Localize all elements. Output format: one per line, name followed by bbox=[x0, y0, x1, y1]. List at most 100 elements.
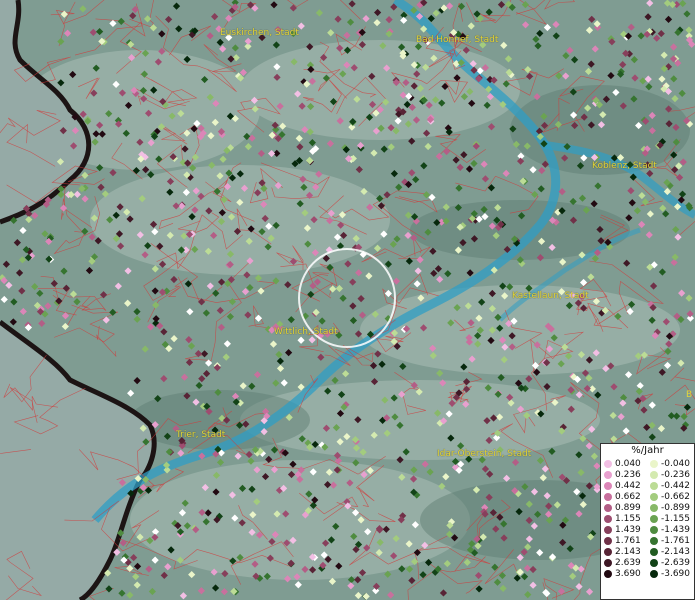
legend-rows: 0.040 0.236 0.442 0.662 0.899 1.155 1.439 1.761… bbox=[601, 458, 694, 579]
measurement-point bbox=[500, 520, 508, 528]
measurement-point bbox=[117, 529, 125, 537]
measurement-point bbox=[147, 139, 155, 147]
map-view[interactable]: Euskirchen, Stadt Bad Honnef, Stadt Kobl… bbox=[0, 0, 695, 600]
measurement-point bbox=[540, 121, 549, 130]
measurement-point bbox=[664, 15, 673, 23]
measurement-point bbox=[138, 195, 146, 203]
measurement-point bbox=[352, 444, 361, 452]
measurement-point bbox=[98, 130, 106, 138]
measurement-point bbox=[254, 274, 263, 282]
measurement-point bbox=[144, 242, 152, 250]
measurement-point bbox=[619, 399, 627, 407]
measurement-point bbox=[502, 169, 510, 177]
measurement-point bbox=[468, 99, 476, 107]
measurement-point bbox=[405, 257, 413, 265]
measurement-point bbox=[175, 25, 183, 33]
measurement-point bbox=[220, 588, 228, 596]
measurement-point bbox=[315, 9, 324, 17]
legend-swatch bbox=[604, 569, 612, 578]
measurement-point bbox=[478, 298, 486, 306]
measurement-point bbox=[580, 113, 588, 121]
legend-swatch bbox=[650, 514, 658, 523]
measurement-point bbox=[575, 582, 583, 591]
measurement-point bbox=[557, 360, 565, 368]
measurement-point bbox=[594, 391, 602, 399]
measurement-point bbox=[97, 183, 105, 191]
measurement-point bbox=[332, 424, 341, 432]
measurement-point bbox=[645, 83, 653, 91]
measurement-point bbox=[558, 188, 566, 196]
measurement-point bbox=[427, 14, 435, 23]
measurement-point bbox=[272, 277, 280, 285]
measurement-point bbox=[374, 8, 382, 17]
measurement-point bbox=[543, 492, 551, 500]
measurement-point bbox=[502, 80, 510, 88]
measurement-point bbox=[622, 427, 630, 435]
measurement-point bbox=[460, 151, 468, 159]
measurement-point bbox=[665, 340, 673, 348]
measurement-point bbox=[92, 64, 100, 72]
measurement-point bbox=[213, 187, 221, 195]
measurement-point bbox=[389, 240, 397, 248]
measurement-point bbox=[359, 448, 367, 456]
measurement-point bbox=[536, 29, 544, 38]
measurement-point bbox=[376, 538, 384, 546]
measurement-point bbox=[69, 142, 78, 150]
measurement-point bbox=[202, 518, 210, 526]
city-label-bad-honnef: Bad Honnef, Stadt bbox=[416, 35, 499, 45]
measurement-point bbox=[247, 457, 255, 465]
measurement-point bbox=[160, 374, 168, 383]
measurement-point bbox=[181, 499, 189, 507]
measurement-point bbox=[307, 102, 315, 111]
measurement-point bbox=[270, 466, 279, 474]
measurement-point bbox=[475, 75, 483, 83]
measurement-point bbox=[236, 198, 244, 206]
measurement-point bbox=[112, 211, 120, 219]
measurement-point bbox=[565, 302, 574, 310]
measurement-point bbox=[129, 12, 137, 20]
measurement-point bbox=[257, 287, 265, 295]
legend-row: 0.442 bbox=[601, 480, 647, 491]
measurement-point bbox=[442, 203, 450, 211]
measurement-point bbox=[424, 558, 433, 567]
measurement-point bbox=[597, 121, 606, 129]
measurement-point bbox=[419, 571, 427, 579]
measurement-point bbox=[320, 53, 328, 62]
measurement-point bbox=[454, 203, 462, 212]
measurement-point bbox=[658, 75, 666, 83]
measurement-point bbox=[299, 175, 307, 183]
measurement-point bbox=[101, 190, 109, 198]
measurement-point bbox=[258, 179, 266, 187]
measurement-point bbox=[166, 177, 175, 186]
legend-row: -0.040 bbox=[647, 458, 693, 469]
measurement-point bbox=[447, 319, 455, 327]
measurement-point bbox=[245, 237, 253, 245]
measurement-point bbox=[227, 213, 236, 221]
measurement-point bbox=[272, 41, 280, 49]
measurement-point bbox=[398, 473, 406, 481]
measurement-point bbox=[172, 2, 181, 10]
measurement-point bbox=[109, 168, 117, 177]
measurement-point bbox=[140, 95, 148, 103]
measurement-point bbox=[413, 280, 421, 288]
measurement-point bbox=[362, 15, 370, 23]
measurement-point bbox=[387, 143, 395, 151]
legend-swatch bbox=[604, 470, 612, 479]
measurement-point bbox=[421, 541, 429, 549]
measurement-point bbox=[575, 391, 583, 399]
measurement-point bbox=[485, 436, 493, 444]
measurement-point bbox=[73, 298, 81, 306]
measurement-point bbox=[414, 267, 422, 275]
measurement-point bbox=[429, 344, 437, 352]
measurement-point bbox=[206, 282, 214, 290]
measurement-point bbox=[368, 72, 376, 80]
measurement-point bbox=[521, 1, 530, 9]
legend-value: -1.439 bbox=[661, 524, 691, 535]
measurement-point bbox=[240, 184, 249, 192]
measurement-point bbox=[151, 556, 159, 564]
measurement-point bbox=[680, 412, 688, 421]
measurement-point bbox=[637, 32, 645, 40]
measurement-point bbox=[442, 217, 450, 225]
measurement-point bbox=[398, 565, 406, 573]
measurement-point bbox=[301, 565, 309, 573]
